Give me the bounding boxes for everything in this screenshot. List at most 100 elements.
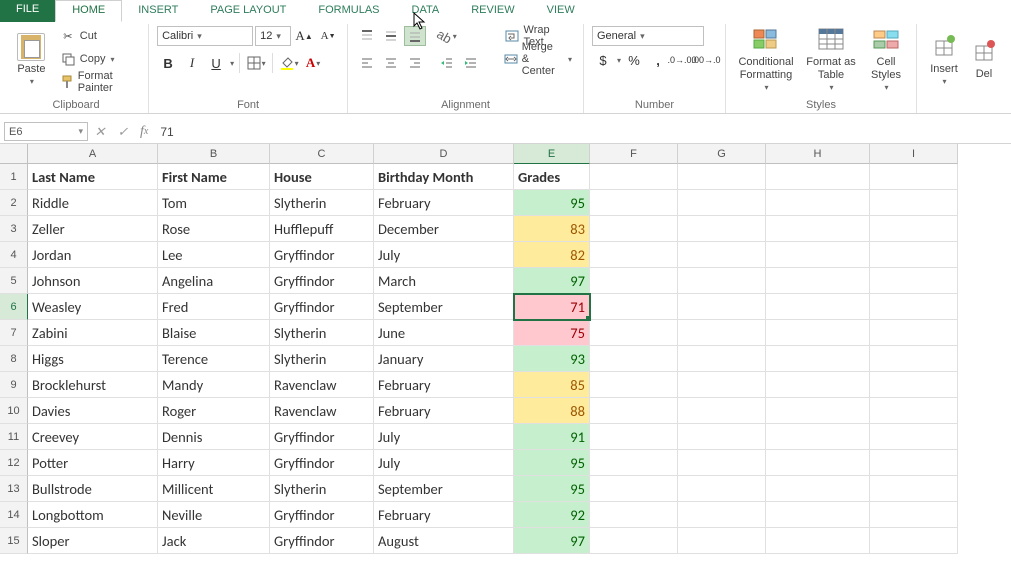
cell-A9[interactable]: Brocklehurst <box>28 372 158 398</box>
cell-F6[interactable] <box>590 294 678 320</box>
row-header-2[interactable]: 2 <box>0 190 28 216</box>
font-size-select[interactable]: 12 <box>255 26 291 46</box>
cell-F12[interactable] <box>590 450 678 476</box>
cell-D10[interactable]: February <box>374 398 514 424</box>
row-header-10[interactable]: 10 <box>0 398 28 424</box>
header-cell[interactable] <box>590 164 678 190</box>
cell-E5[interactable]: 97 <box>514 268 590 294</box>
cell-C12[interactable]: Gryffindor <box>270 450 374 476</box>
cell-F7[interactable] <box>590 320 678 346</box>
tab-insert[interactable]: INSERT <box>122 0 194 22</box>
cell-C8[interactable]: Slytherin <box>270 346 374 372</box>
cell-I13[interactable] <box>870 476 958 502</box>
tab-review[interactable]: REVIEW <box>455 0 530 22</box>
col-header-G[interactable]: G <box>678 144 766 164</box>
row-header-9[interactable]: 9 <box>0 372 28 398</box>
tab-home[interactable]: HOME <box>55 0 122 22</box>
row-header-8[interactable]: 8 <box>0 346 28 372</box>
header-cell[interactable]: House <box>270 164 374 190</box>
align-left-button[interactable] <box>356 53 378 73</box>
cell-A5[interactable]: Johnson <box>28 268 158 294</box>
format-painter-button[interactable]: Format Painter <box>57 72 140 92</box>
bold-button[interactable]: B <box>157 53 179 73</box>
row-header-3[interactable]: 3 <box>0 216 28 242</box>
cell-D3[interactable]: December <box>374 216 514 242</box>
font-shrink-button[interactable]: A▼ <box>317 26 339 46</box>
decrease-decimal-button[interactable]: .00→.0 <box>695 50 717 70</box>
cell-E11[interactable]: 91 <box>514 424 590 450</box>
cell-A15[interactable]: Sloper <box>28 528 158 554</box>
cell-C9[interactable]: Ravenclaw <box>270 372 374 398</box>
row-header-11[interactable]: 11 <box>0 424 28 450</box>
row-header-7[interactable]: 7 <box>0 320 28 346</box>
cell-A14[interactable]: Longbottom <box>28 502 158 528</box>
tab-view[interactable]: VIEW <box>531 0 591 22</box>
cell-D6[interactable]: September <box>374 294 514 320</box>
col-header-D[interactable]: D <box>374 144 514 164</box>
border-button[interactable]: ▾ <box>245 53 267 73</box>
cell-E6[interactable]: 71 <box>514 294 590 320</box>
cell-B7[interactable]: Blaise <box>158 320 270 346</box>
col-header-B[interactable]: B <box>158 144 270 164</box>
header-cell[interactable]: Grades <box>514 164 590 190</box>
cell-E9[interactable]: 85 <box>514 372 590 398</box>
cell-C7[interactable]: Slytherin <box>270 320 374 346</box>
cell-G9[interactable] <box>678 372 766 398</box>
formula-input[interactable] <box>154 120 1011 143</box>
col-header-C[interactable]: C <box>270 144 374 164</box>
cell-B6[interactable]: Fred <box>158 294 270 320</box>
cell-C13[interactable]: Slytherin <box>270 476 374 502</box>
cell-G10[interactable] <box>678 398 766 424</box>
col-header-H[interactable]: H <box>766 144 870 164</box>
cell-H9[interactable] <box>766 372 870 398</box>
cell-D11[interactable]: July <box>374 424 514 450</box>
delete-cells-button[interactable]: Del <box>969 26 999 92</box>
cell-G8[interactable] <box>678 346 766 372</box>
cell-F5[interactable] <box>590 268 678 294</box>
cell-G7[interactable] <box>678 320 766 346</box>
cell-I5[interactable] <box>870 268 958 294</box>
cell-C11[interactable]: Gryffindor <box>270 424 374 450</box>
cut-button[interactable]: ✂Cut <box>57 26 140 46</box>
row-header-15[interactable]: 15 <box>0 528 28 554</box>
italic-button[interactable]: I <box>181 53 203 73</box>
paste-button[interactable]: Paste ▾ <box>12 26 51 92</box>
cell-D7[interactable]: June <box>374 320 514 346</box>
cell-A11[interactable]: Creevey <box>28 424 158 450</box>
cell-C2[interactable]: Slytherin <box>270 190 374 216</box>
cell-C4[interactable]: Gryffindor <box>270 242 374 268</box>
cell-H5[interactable] <box>766 268 870 294</box>
cell-D8[interactable]: January <box>374 346 514 372</box>
indent-button[interactable] <box>460 53 482 73</box>
cell-D5[interactable]: March <box>374 268 514 294</box>
cell-D4[interactable]: July <box>374 242 514 268</box>
cell-styles-button[interactable]: Cell Styles▾ <box>864 26 908 92</box>
header-cell[interactable]: Birthday Month <box>374 164 514 190</box>
cell-G14[interactable] <box>678 502 766 528</box>
row-header-1[interactable]: 1 <box>0 164 28 190</box>
cell-E14[interactable]: 92 <box>514 502 590 528</box>
cell-G13[interactable] <box>678 476 766 502</box>
cell-F13[interactable] <box>590 476 678 502</box>
cell-E12[interactable]: 95 <box>514 450 590 476</box>
cell-I11[interactable] <box>870 424 958 450</box>
cell-I10[interactable] <box>870 398 958 424</box>
cell-G5[interactable] <box>678 268 766 294</box>
outdent-button[interactable] <box>436 53 458 73</box>
col-header-A[interactable]: A <box>28 144 158 164</box>
align-right-button[interactable] <box>404 53 426 73</box>
cell-C10[interactable]: Ravenclaw <box>270 398 374 424</box>
cell-D14[interactable]: February <box>374 502 514 528</box>
cell-D9[interactable]: February <box>374 372 514 398</box>
select-all-corner[interactable] <box>0 144 28 164</box>
cell-F15[interactable] <box>590 528 678 554</box>
col-header-F[interactable]: F <box>590 144 678 164</box>
cell-D12[interactable]: July <box>374 450 514 476</box>
number-format-select[interactable]: General <box>592 26 704 46</box>
align-center-button[interactable] <box>380 53 402 73</box>
cell-E8[interactable]: 93 <box>514 346 590 372</box>
cell-E13[interactable]: 95 <box>514 476 590 502</box>
cell-F4[interactable] <box>590 242 678 268</box>
cell-H12[interactable] <box>766 450 870 476</box>
font-name-select[interactable]: Calibri <box>157 26 253 46</box>
